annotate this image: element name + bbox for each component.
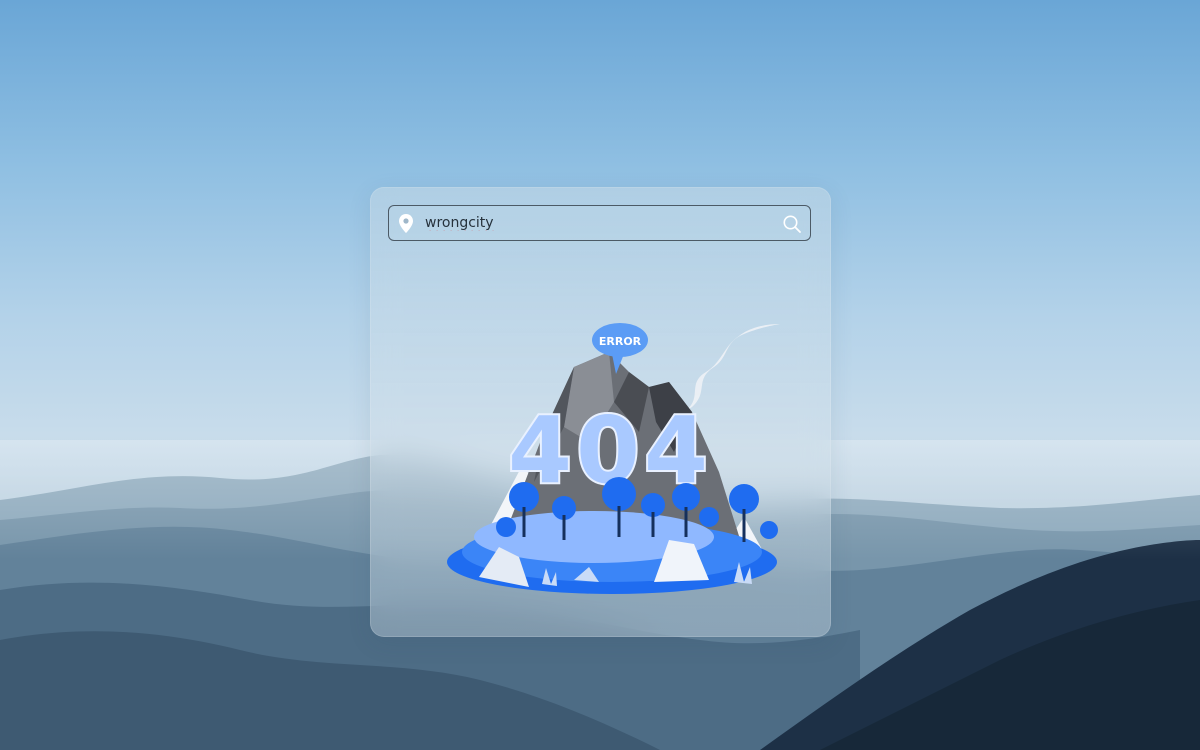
weather-card: ERROR 404 (370, 187, 831, 637)
error-404-illustration: ERROR 404 (447, 323, 780, 594)
search-icon[interactable] (782, 214, 802, 234)
svg-text:ERROR: ERROR (599, 335, 642, 348)
weather-app-page: ERROR 404 (0, 0, 1200, 750)
city-search-bar[interactable] (388, 205, 811, 241)
city-search-input[interactable] (425, 206, 765, 240)
map-pin-icon (399, 214, 413, 233)
